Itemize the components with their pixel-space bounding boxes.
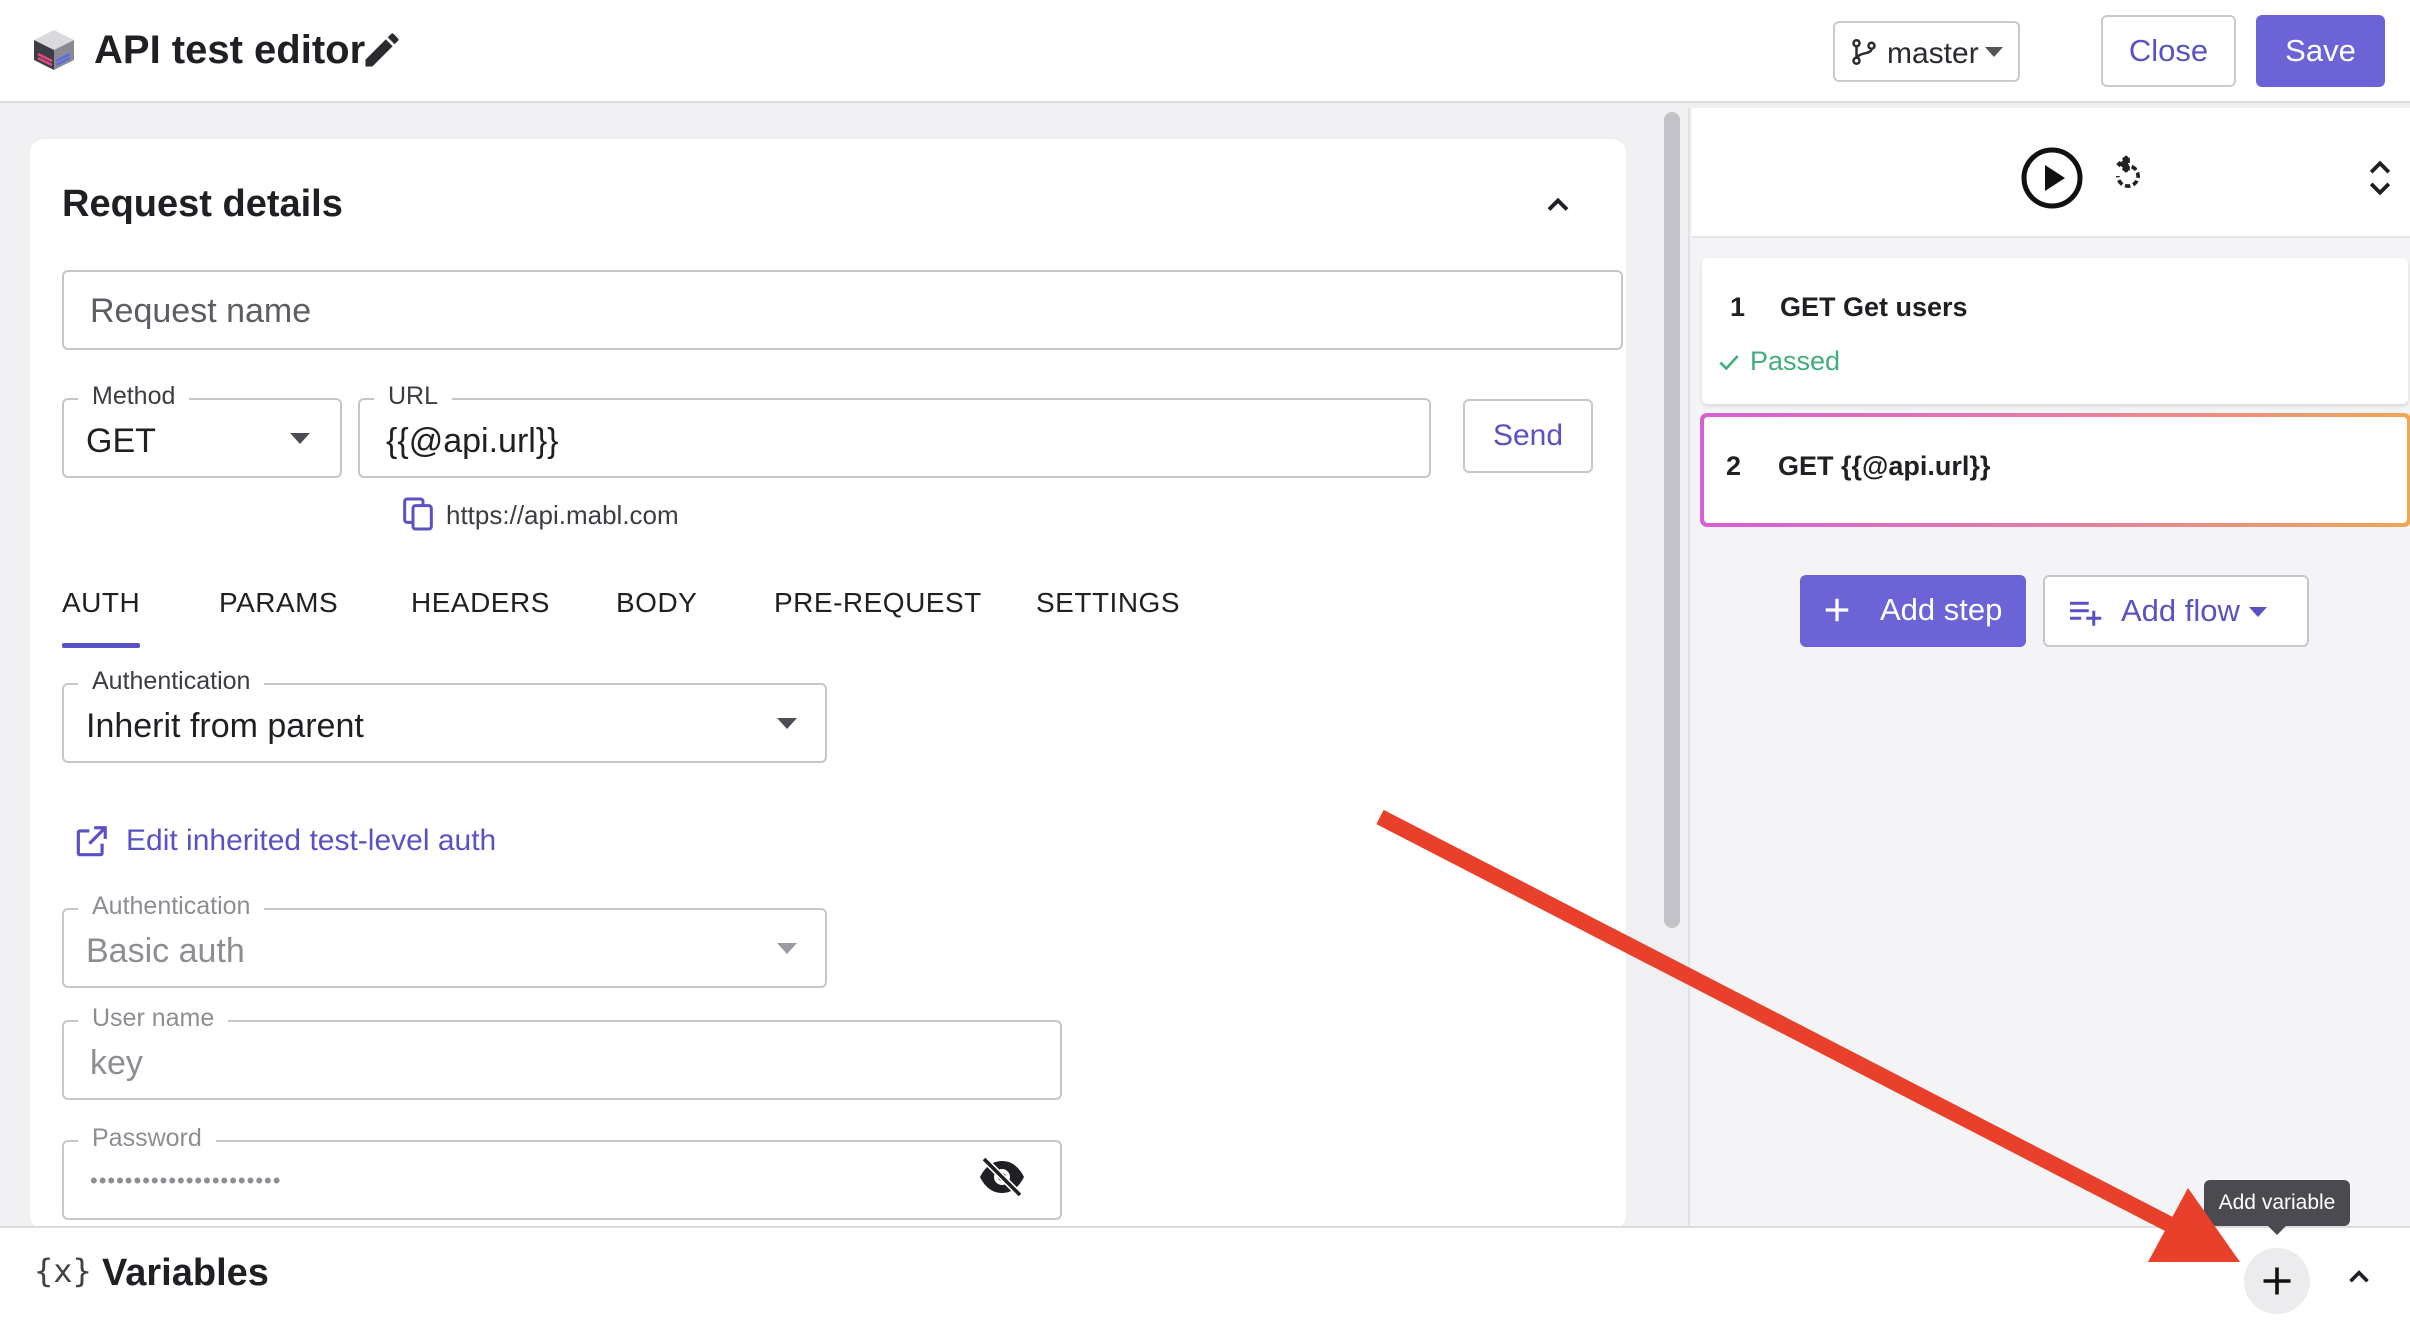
close-button[interactable]: Close [2101, 15, 2236, 87]
url-label: URL [374, 381, 453, 411]
save-button[interactable]: Save [2256, 15, 2385, 87]
step-item-1[interactable]: 1 GET Get users Passed [1702, 258, 2408, 404]
chevron-down-icon [777, 943, 797, 954]
password-field: Password •••••••••••••••••••••• [62, 1123, 1062, 1220]
step-number: 1 [1730, 292, 1746, 322]
add-flow-label: Add flow [2121, 593, 2240, 628]
add-variable-button[interactable] [2244, 1248, 2310, 1314]
chevron-down-icon [2249, 607, 2267, 617]
tab-body[interactable]: BODY [616, 587, 697, 619]
chevron-up-icon[interactable] [1540, 187, 1576, 223]
tab-headers[interactable]: HEADERS [411, 587, 550, 619]
password-label: Password [78, 1123, 216, 1153]
add-step-button[interactable]: Add step [1800, 575, 2026, 647]
step-item-2[interactable]: 2 GET {{@api.url}} [1700, 413, 2410, 527]
variables-bar: {x} Variables [0, 1226, 2410, 1322]
url-input[interactable]: URL {{@api.url}} [358, 381, 1431, 478]
branch-name: master [1887, 37, 1979, 70]
method-select[interactable]: Method GET [62, 381, 342, 478]
password-value: •••••••••••••••••••••• [90, 1168, 282, 1193]
run-toolbar [1692, 108, 2410, 238]
expand-icon[interactable] [2362, 156, 2398, 200]
tab-params[interactable]: PARAMS [219, 587, 338, 619]
play-icon[interactable] [2020, 146, 2084, 210]
pencil-icon[interactable] [360, 28, 404, 72]
section-title: Request details [62, 183, 343, 225]
request-name-input[interactable]: Request name [62, 270, 1623, 350]
inherited-authentication-value: Basic auth [86, 932, 245, 970]
resolved-url: https://api.mabl.com [446, 500, 679, 530]
add-step-label: Add step [1880, 592, 2003, 627]
step-number: 2 [1726, 451, 1742, 481]
step-title: GET Get users [1780, 292, 1968, 322]
request-details-card: Request details Request name Method GET … [30, 139, 1626, 1229]
edit-inherited-auth-link[interactable]: Edit inherited test-level auth [126, 824, 496, 858]
mabl-logo [34, 30, 74, 70]
inherited-authentication-select: Authentication Basic auth [62, 891, 827, 988]
app-header: API test editor master Close Save [0, 0, 2410, 103]
chevron-down-icon [290, 433, 310, 444]
variables-icon: {x} [34, 1252, 92, 1290]
tab-pre-request[interactable]: PRE-REQUEST [774, 587, 982, 619]
inherited-authentication-label: Authentication [78, 891, 265, 921]
request-name-placeholder: Request name [90, 292, 312, 330]
username-value: key [90, 1044, 143, 1082]
add-variable-tooltip: Add variable [2204, 1180, 2350, 1226]
page-title: API test editor [94, 28, 366, 72]
chevron-up-icon[interactable] [2342, 1260, 2376, 1294]
step-title: GET {{@api.url}} [1778, 451, 1991, 481]
add-flow-button[interactable]: Add flow [2043, 575, 2309, 647]
copy-icon[interactable] [398, 494, 438, 534]
tab-auth[interactable]: AUTH [62, 587, 140, 619]
send-button[interactable]: Send [1463, 399, 1593, 473]
plus-icon [1825, 598, 1849, 622]
url-value: {{@api.url}} [386, 422, 559, 460]
branch-selector[interactable]: master [1833, 21, 2020, 82]
active-tab-indicator [62, 643, 140, 648]
authentication-value: Inherit from parent [86, 707, 364, 745]
tab-settings[interactable]: SETTINGS [1036, 587, 1180, 619]
branch-icon [1852, 38, 1876, 66]
eye-off-icon[interactable] [978, 1157, 1026, 1197]
tooltip-arrow [2268, 1226, 2286, 1235]
step-item-2-body: 2 GET {{@api.url}} [1704, 417, 2407, 523]
authentication-label: Authentication [78, 666, 265, 696]
username-field: User name key [62, 1003, 1062, 1100]
left-panel-scrollbar[interactable] [1664, 112, 1680, 928]
authentication-select[interactable]: Authentication Inherit from parent [62, 666, 827, 763]
method-label: Method [78, 381, 190, 411]
step-status: Passed [1750, 346, 1841, 376]
method-value: GET [86, 422, 156, 460]
username-label: User name [78, 1003, 229, 1033]
steps-panel: 1 GET Get users Passed 2 GET {{@api.url}… [1688, 108, 2410, 1226]
variables-title[interactable]: Variables [102, 1252, 269, 1295]
external-link-icon[interactable] [72, 823, 110, 861]
plus-icon [2263, 1267, 2291, 1295]
check-icon [1719, 355, 1739, 371]
playlist-add-icon [2070, 601, 2102, 626]
chevron-down-icon [777, 718, 797, 729]
chevron-down-icon [1985, 47, 2003, 57]
replay-icon[interactable] [2106, 154, 2150, 198]
